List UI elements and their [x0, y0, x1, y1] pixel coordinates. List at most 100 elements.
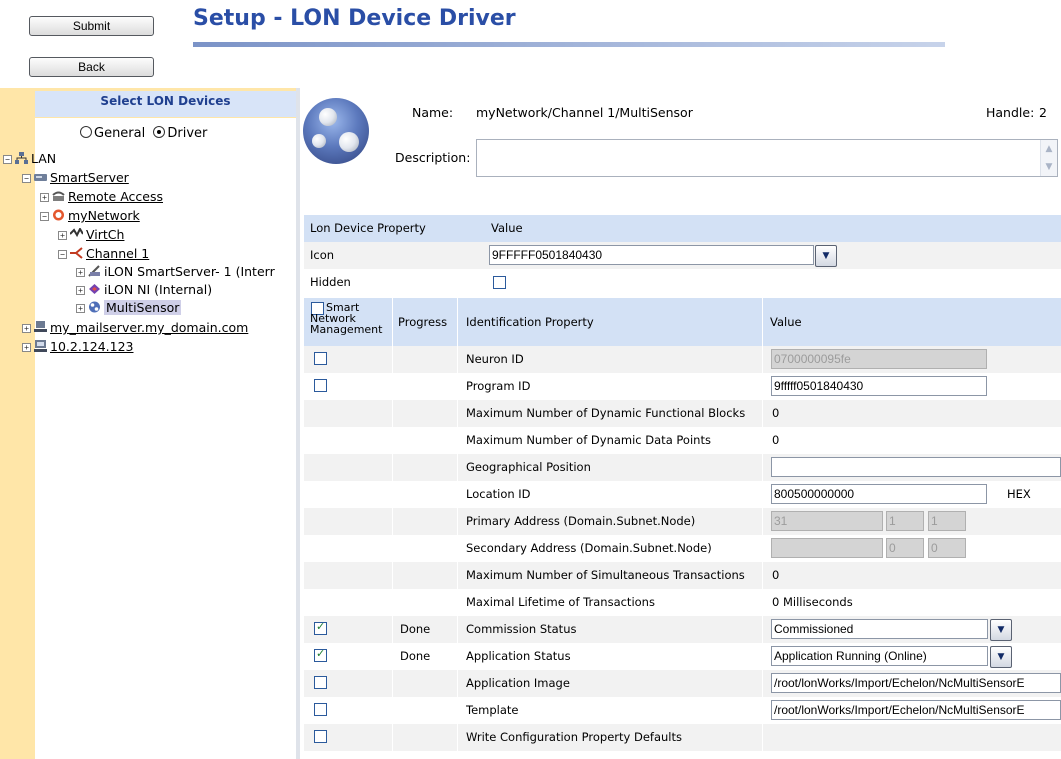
tree-node-lan[interactable]: − LAN [3, 151, 56, 166]
expand-icon[interactable]: + [76, 286, 85, 295]
secondary-subnet-input[interactable]: 0 [886, 538, 924, 558]
id-value-column-header: Value [770, 315, 802, 329]
network-interface-icon [89, 284, 100, 294]
collapse-icon[interactable]: − [58, 250, 67, 259]
expand-icon[interactable]: + [76, 268, 85, 277]
secondary-node-input[interactable]: 0 [928, 538, 966, 558]
tree-header: Select LON Devices [0, 88, 296, 118]
lonworks-network-icon [53, 209, 64, 221]
primary-address-label: Primary Address (Domain.Subnet.Node) [466, 514, 696, 528]
properties-header-row: Lon Device Property Value [304, 215, 1061, 242]
collapse-icon[interactable]: − [40, 212, 49, 221]
description-label: Description: [395, 150, 471, 165]
application-status-checkbox[interactable] [314, 647, 327, 662]
icon-dropdown-button[interactable]: ▼ [815, 245, 837, 267]
commission-status-label: Commission Status [466, 622, 577, 636]
tree-node-mailserver[interactable]: + my_mailserver.my_domain.com [22, 320, 248, 335]
application-status-dropdown-button[interactable]: ▼ [990, 646, 1012, 668]
commission-progress: Done [400, 622, 431, 636]
general-radio-label[interactable]: General [94, 126, 145, 141]
icon-select[interactable]: 9FFFFF0501840430 [489, 245, 814, 265]
tree-node-smartserver[interactable]: − SmartServer [22, 170, 129, 185]
neuron-id-checkbox[interactable] [314, 352, 327, 365]
tree-node-mynetwork[interactable]: − myNetwork [40, 208, 140, 223]
commission-status-checkbox[interactable] [314, 620, 327, 635]
neuron-id-row: Neuron ID 0700000095fe [304, 346, 1061, 373]
tree-header-title: Select LON Devices [35, 91, 296, 117]
application-status-label: Application Status [466, 649, 571, 663]
template-row: Template /root/lonWorks/Import/Echelon/N… [304, 697, 1061, 724]
write-cp-defaults-row: Write Configuration Property Defaults [304, 724, 1061, 751]
identification-header-row: Smart Network Management Progress Identi… [304, 298, 1061, 346]
primary-domain-input[interactable]: 31 [771, 511, 883, 531]
device-tree-panel: Select LON Devices General Driver − LAN −… [0, 88, 296, 759]
secondary-domain-input[interactable] [771, 538, 883, 558]
general-radio[interactable] [80, 126, 92, 138]
tree-node-virtch[interactable]: + VirtCh [58, 227, 124, 242]
handle-value: 2 [1039, 105, 1047, 120]
program-id-input[interactable]: 9fffff0501840430 [771, 376, 987, 396]
tree-node-ip-host[interactable]: +10.2.124.123 [22, 339, 134, 354]
smart-management-header: Smart Network Management [310, 301, 383, 336]
location-id-input[interactable]: 800500000000 [771, 484, 987, 504]
template-checkbox[interactable] [314, 703, 327, 716]
application-image-label: Application Image [466, 676, 570, 690]
write-cp-defaults-checkbox[interactable] [314, 730, 327, 743]
expand-icon[interactable]: + [58, 231, 67, 240]
tree-node-ilon-smartserver[interactable]: + iLON SmartServer- 1 (Interr [76, 264, 275, 279]
location-id-row: Location ID 800500000000 HEX [304, 481, 1061, 508]
expand-icon[interactable]: + [40, 193, 49, 202]
secondary-address-row: Secondary Address (Domain.Subnet.Node) 0… [304, 535, 1061, 562]
primary-subnet-input[interactable]: 1 [886, 511, 924, 531]
max-functional-blocks-value: 0 [772, 406, 780, 420]
application-image-checkbox[interactable] [314, 676, 327, 689]
application-status-row: Done Application Status Application Runn… [304, 643, 1061, 670]
expand-icon[interactable]: + [76, 304, 85, 313]
hidden-checkbox[interactable] [493, 276, 506, 289]
primary-node-input[interactable]: 1 [928, 511, 966, 531]
neuron-id-input[interactable]: 0700000095fe [771, 349, 987, 369]
back-button[interactable]: Back [29, 57, 154, 77]
page-title: Setup - LON Device Driver [193, 6, 516, 31]
transaction-lifetime-row: Maximal Lifetime of Transactions 0 Milli… [304, 589, 1061, 616]
device-name-value: myNetwork/Channel 1/MultiSensor [476, 105, 693, 120]
neuron-id-label: Neuron ID [466, 352, 524, 366]
application-image-input[interactable]: /root/lonWorks/Import/Echelon/NcMultiSen… [771, 673, 1061, 693]
virtual-channel-icon [70, 228, 83, 238]
identification-table: Smart Network Management Progress Identi… [304, 298, 1061, 751]
location-id-label: Location ID [466, 487, 531, 501]
geographical-position-input[interactable] [771, 457, 1061, 477]
transaction-lifetime-label: Maximal Lifetime of Transactions [466, 595, 655, 609]
tree-node-channel-1[interactable]: − Channel 1 [58, 246, 149, 261]
tree-side-strip [0, 118, 35, 759]
panel-divider[interactable] [296, 88, 300, 759]
commission-dropdown-button[interactable]: ▼ [990, 619, 1012, 641]
program-id-checkbox[interactable] [314, 379, 327, 392]
geographical-position-row: Geographical Position [304, 454, 1061, 481]
property-column-header: Lon Device Property [310, 221, 426, 235]
application-image-row: Application Image /root/lonWorks/Import/… [304, 670, 1061, 697]
server-icon [34, 174, 47, 181]
max-data-points-value: 0 [772, 433, 780, 447]
driver-radio-label[interactable]: Driver [167, 126, 207, 141]
tree-node-multisensor[interactable]: + MultiSensor [76, 300, 182, 315]
expand-icon[interactable]: + [22, 343, 31, 352]
submit-button[interactable]: Submit [29, 16, 154, 36]
description-textarea[interactable]: ▲ ▼ [476, 139, 1058, 177]
tree-node-remote-access[interactable]: + Remote Access [40, 189, 163, 204]
application-status-select[interactable]: Application Running (Online) [771, 646, 988, 666]
driver-radio[interactable] [153, 126, 166, 138]
collapse-icon[interactable]: − [3, 155, 12, 164]
template-input[interactable]: /root/lonWorks/Import/Echelon/NcMultiSen… [771, 700, 1061, 720]
commission-status-select[interactable]: Commissioned [771, 619, 988, 639]
tree-node-ilon-ni[interactable]: + iLON NI (Internal) [76, 282, 212, 297]
collapse-icon[interactable]: − [22, 174, 31, 183]
max-data-points-label: Maximum Number of Dynamic Data Points [466, 433, 711, 447]
description-scrollbar[interactable]: ▲ ▼ [1040, 140, 1057, 176]
expand-icon[interactable]: + [22, 324, 31, 333]
view-mode-selector: General Driver [80, 126, 207, 141]
max-transactions-label: Maximum Number of Simultaneous Transacti… [466, 568, 745, 582]
max-functional-blocks-row: Maximum Number of Dynamic Functional Blo… [304, 400, 1061, 427]
progress-column-header: Progress [398, 315, 448, 329]
top-bar: Submit Back Setup - LON Device Driver [0, 0, 1061, 88]
